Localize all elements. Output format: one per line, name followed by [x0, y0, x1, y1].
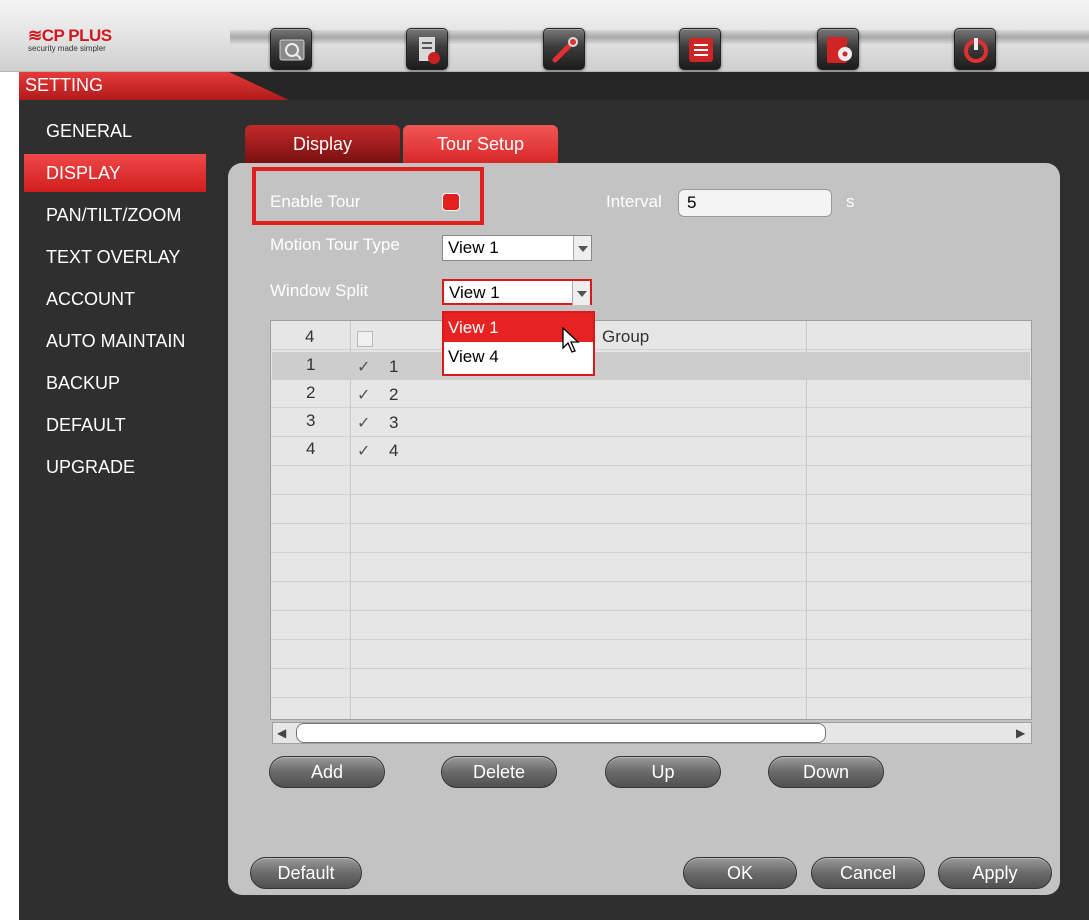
apply-button[interactable]: Apply: [938, 857, 1052, 889]
brand-tagline: security made simpler: [28, 44, 106, 53]
sidebar-item-pan-tilt-zoom[interactable]: PAN/TILT/ZOOM: [24, 196, 206, 234]
table-row-num: 2: [306, 383, 316, 402]
cancel-button[interactable]: Cancel: [811, 857, 925, 889]
sidebar-item-backup[interactable]: BACKUP: [24, 364, 206, 402]
tab-tour-setup[interactable]: Tour Setup: [403, 125, 558, 163]
down-button[interactable]: Down: [768, 756, 884, 788]
sidebar-item-upgrade[interactable]: UPGRADE: [24, 448, 206, 486]
table-row-group: 2: [389, 385, 399, 404]
table-row-group: 1: [389, 357, 399, 376]
delete-button[interactable]: Delete: [441, 756, 557, 788]
brand-logo: ≋CP PLUS security made simpler: [28, 26, 112, 54]
table-row-group: 4: [389, 441, 399, 460]
record-disc-icon[interactable]: [817, 28, 859, 70]
enable-tour-highlight: [252, 167, 484, 225]
select-all-checkbox[interactable]: [357, 331, 373, 347]
check-icon[interactable]: ✓: [357, 357, 370, 377]
list-icon[interactable]: [679, 28, 721, 70]
interval-input[interactable]: 5: [678, 189, 832, 217]
interval-label: Interval: [606, 192, 662, 211]
check-icon[interactable]: ✓: [357, 441, 370, 461]
table-divider: [350, 321, 351, 719]
chevron-down-icon[interactable]: [573, 236, 591, 260]
ok-button[interactable]: OK: [683, 857, 797, 889]
window-split-value: View 1: [449, 283, 500, 302]
interval-unit: s: [846, 192, 855, 211]
sidebar-item-display[interactable]: DISPLAY: [24, 154, 206, 192]
search-camera-icon[interactable]: [270, 28, 312, 70]
tab-display[interactable]: Display: [245, 125, 400, 163]
scroll-left-icon[interactable]: ◀: [277, 726, 286, 740]
table-row-selected[interactable]: [272, 352, 1030, 380]
window-split-label: Window Split: [270, 281, 369, 300]
table-header-count: 4: [305, 327, 315, 346]
motion-tour-type-select[interactable]: View 1: [442, 235, 592, 261]
scrollbar-thumb[interactable]: [296, 723, 826, 743]
table-row-num: 1: [306, 355, 316, 374]
check-icon[interactable]: ✓: [357, 413, 370, 433]
table-row-num: 4: [306, 439, 316, 458]
chevron-down-icon[interactable]: [572, 281, 590, 305]
sidebar-item-default[interactable]: DEFAULT: [24, 406, 206, 444]
scroll-right-icon[interactable]: ▶: [1016, 726, 1025, 740]
page-title: SETTING: [25, 75, 104, 95]
motion-tour-type-label: Motion Tour Type: [270, 235, 400, 254]
window-split-select[interactable]: View 1: [442, 279, 592, 305]
table-row-num: 3: [306, 411, 316, 430]
table-header-group: Group: [602, 327, 650, 346]
motion-tour-type-value: View 1: [448, 238, 499, 257]
table-row-group: 3: [389, 413, 399, 432]
mouse-cursor-icon: [562, 327, 580, 353]
table-divider: [806, 321, 807, 719]
sidebar-item-text-overlay[interactable]: TEXT OVERLAY: [24, 238, 206, 276]
add-button[interactable]: Add: [269, 756, 385, 788]
tour-table: [270, 320, 1032, 720]
document-settings-icon[interactable]: [406, 28, 448, 70]
default-button[interactable]: Default: [250, 857, 362, 889]
brand-name: ≋CP PLUS: [28, 26, 112, 45]
wrench-icon[interactable]: [543, 28, 585, 70]
sidebar-item-auto-maintain[interactable]: AUTO MAINTAIN: [24, 322, 206, 360]
sidebar-item-account[interactable]: ACCOUNT: [24, 280, 206, 318]
up-button[interactable]: Up: [605, 756, 721, 788]
power-icon[interactable]: [954, 28, 996, 70]
check-icon[interactable]: ✓: [357, 385, 370, 405]
sidebar-item-general[interactable]: GENERAL: [24, 112, 206, 150]
